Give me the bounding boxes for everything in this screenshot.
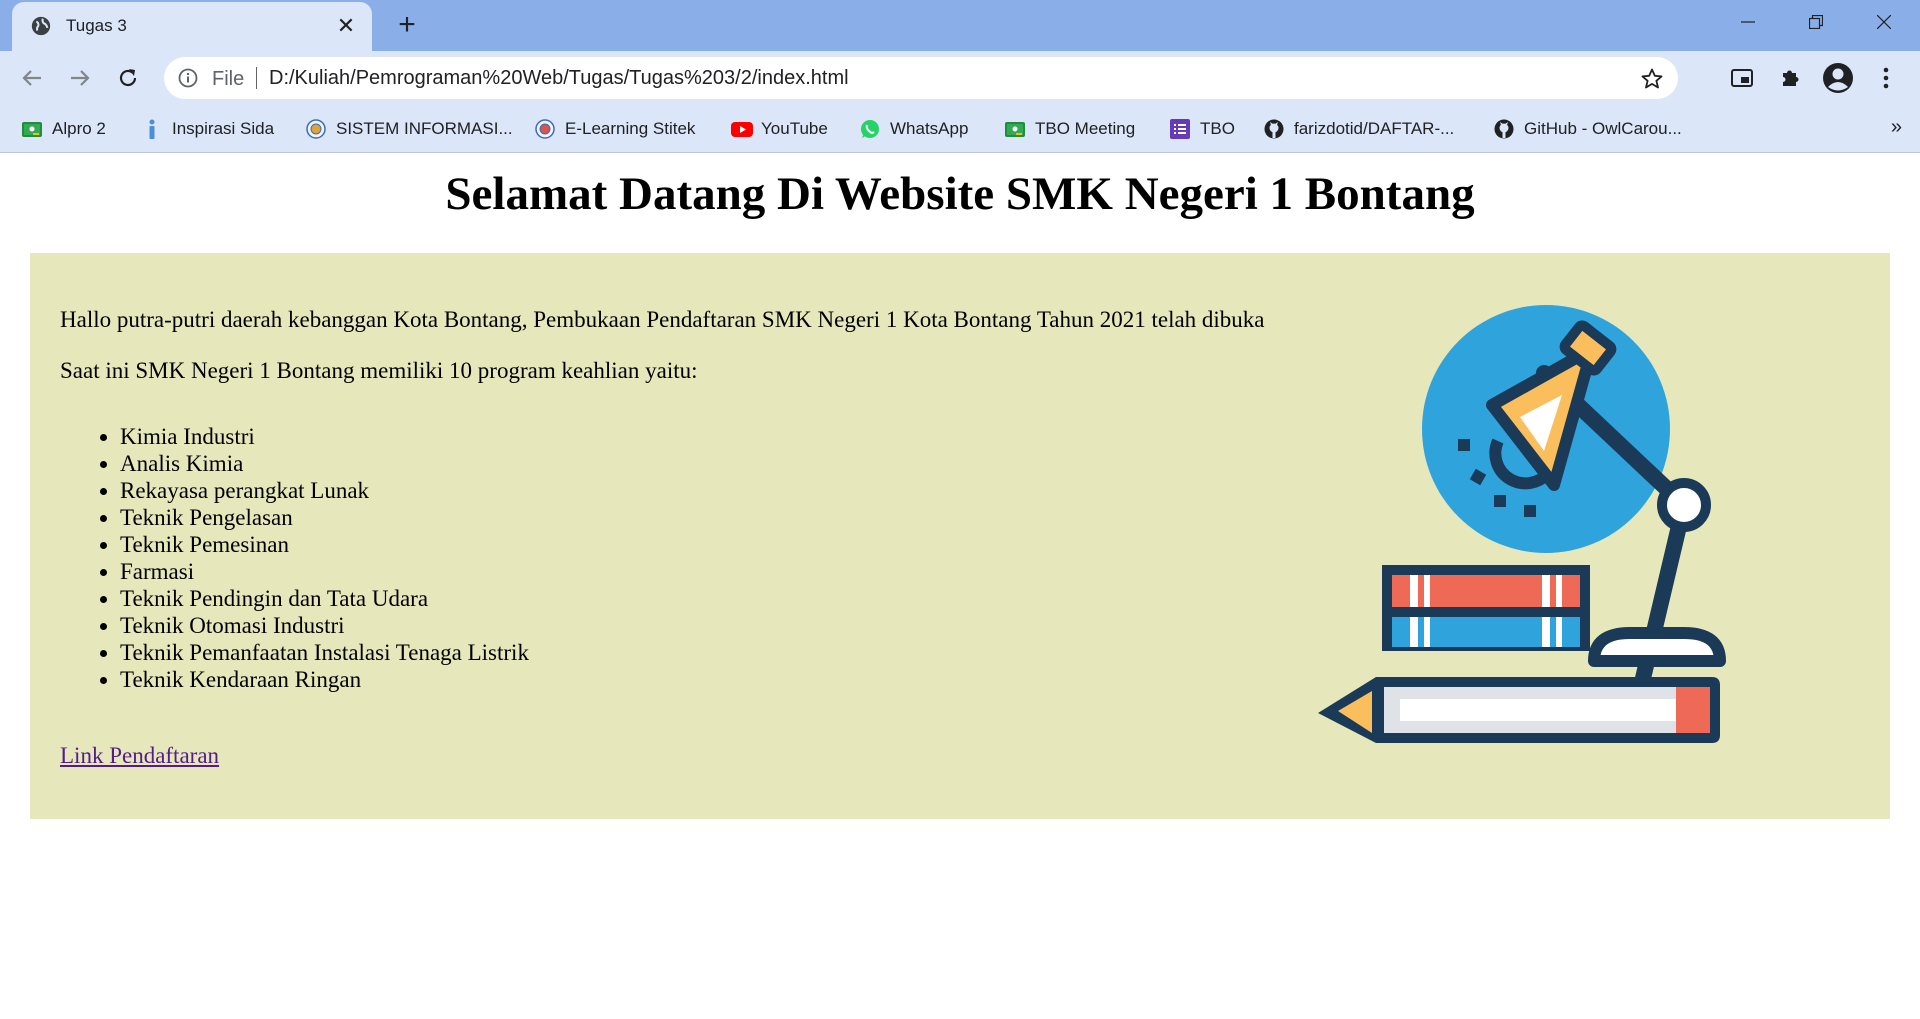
close-window-button[interactable] xyxy=(1850,0,1918,44)
list-item: Teknik Pendingin dan Tata Udara xyxy=(120,585,529,612)
active-tab[interactable]: Tugas 3 ✕ xyxy=(12,2,372,51)
bookmarks-overflow-button[interactable]: » xyxy=(1891,116,1902,139)
youtube-icon xyxy=(731,119,753,139)
bookmark-tbo-meeting[interactable]: TBO Meeting xyxy=(1005,116,1135,142)
bookmark-farizdotid-daftar[interactable]: farizdotid/DAFTAR-... xyxy=(1264,116,1454,142)
list-item: Teknik Pemanfaatan Instalasi Tenaga List… xyxy=(120,639,529,666)
list-icon xyxy=(1170,119,1190,139)
close-icon xyxy=(1877,15,1891,29)
bookmark-label: WhatsApp xyxy=(890,119,969,138)
bookmark-label: TBO Meeting xyxy=(1035,119,1136,138)
new-tab-button[interactable]: + xyxy=(392,10,422,40)
list-item: Rekayasa perangkat Lunak xyxy=(120,477,529,504)
bookmark-sistem-informasi[interactable]: SISTEM INFORMASI... xyxy=(306,116,513,142)
bookmark-label: Alpro 2 xyxy=(52,119,106,138)
list-item: Teknik Otomasi Industri xyxy=(120,612,529,639)
list-item: Teknik Pemesinan xyxy=(120,531,529,558)
list-item: Farmasi xyxy=(120,558,529,585)
reload-button[interactable] xyxy=(110,60,146,96)
google-classroom-icon xyxy=(22,119,42,139)
bookmark-tbo[interactable]: TBO xyxy=(1170,116,1235,142)
picture-in-picture-button[interactable] xyxy=(1726,62,1758,94)
bookmark-alpro-2[interactable]: Alpro 2 xyxy=(22,116,106,142)
bookmark-label: E-Learning Stitek xyxy=(565,119,696,138)
account-avatar-icon xyxy=(1823,63,1853,93)
bookmark-label: TBO xyxy=(1200,119,1235,138)
bookmark-label: Inspirasi Sida xyxy=(172,119,275,138)
campus-logo-icon xyxy=(306,119,326,139)
list-item: Kimia Industri xyxy=(120,423,529,450)
campus-logo-icon xyxy=(535,119,555,139)
info-person-icon xyxy=(142,119,162,139)
list-item: Teknik Pengelasan xyxy=(120,504,529,531)
back-button[interactable] xyxy=(14,60,50,96)
github-icon xyxy=(1494,119,1514,139)
list-item: Analis Kimia xyxy=(120,450,529,477)
address-bar[interactable]: File D:/Kuliah/Pemrograman%20Web/Tugas/T… xyxy=(164,57,1678,99)
browser-menu-button[interactable] xyxy=(1870,62,1902,94)
bookmark-label: GitHub - OwlCarou... xyxy=(1524,119,1682,138)
bookmark-label: SISTEM INFORMASI... xyxy=(336,119,513,138)
registration-link[interactable]: Link Pendaftaran xyxy=(60,743,219,769)
google-classroom-icon xyxy=(1005,119,1025,139)
globe-icon xyxy=(31,16,51,36)
desk-lamp-books-pencil-icon xyxy=(1318,305,1726,743)
bookmark-label: farizdotid/DAFTAR-... xyxy=(1294,119,1455,138)
bookmark-star-icon[interactable] xyxy=(1640,67,1664,91)
puzzle-piece-icon xyxy=(1783,70,1799,86)
github-icon xyxy=(1264,119,1284,139)
bookmark-whatsapp[interactable]: WhatsApp xyxy=(860,116,968,142)
list-item: Teknik Kendaraan Ringan xyxy=(120,666,529,693)
bookmark-e-learning-stitek[interactable]: E-Learning Stitek xyxy=(535,116,695,142)
whatsapp-icon xyxy=(860,119,880,139)
restore-button[interactable] xyxy=(1782,0,1850,44)
reload-icon xyxy=(119,69,137,87)
browser-toolbar: File D:/Kuliah/Pemrograman%20Web/Tugas/T… xyxy=(0,51,1920,104)
content-panel: Hallo putra-putri daerah kebanggan Kota … xyxy=(30,253,1890,819)
extensions-button[interactable] xyxy=(1774,62,1806,94)
page-content: Selamat Datang Di Website SMK Negeri 1 B… xyxy=(0,153,1920,1019)
tab-close-icon[interactable]: ✕ xyxy=(332,12,360,40)
program-list: Kimia Industri Analis Kimia Rekayasa per… xyxy=(60,423,529,693)
kebab-menu-icon xyxy=(1883,67,1889,89)
picture-in-picture-icon xyxy=(1731,69,1753,87)
intro-paragraph: Hallo putra-putri daerah kebanggan Kota … xyxy=(60,307,1265,332)
restore-icon xyxy=(1809,15,1823,29)
bookmark-inspirasi-sida[interactable]: Inspirasi Sida xyxy=(142,116,274,142)
minimize-button[interactable] xyxy=(1714,0,1782,44)
bookmark-github-owlcarousel[interactable]: GitHub - OwlCarou... xyxy=(1494,116,1682,142)
minimize-icon xyxy=(1741,21,1755,23)
arrow-left-icon xyxy=(22,70,41,86)
tab-title: Tugas 3 xyxy=(66,16,127,35)
page-title: Selamat Datang Di Website SMK Negeri 1 B… xyxy=(445,168,1475,220)
bookmark-label: YouTube xyxy=(761,119,828,138)
tab-strip: Tugas 3 ✕ + xyxy=(0,0,1920,51)
bookmark-youtube[interactable]: YouTube xyxy=(731,116,828,142)
info-icon[interactable] xyxy=(178,68,198,88)
profile-button[interactable] xyxy=(1822,62,1854,94)
address-url[interactable]: D:/Kuliah/Pemrograman%20Web/Tugas/Tugas%… xyxy=(269,67,849,90)
arrow-right-icon xyxy=(71,70,90,86)
address-divider xyxy=(256,67,257,89)
programs-intro: Saat ini SMK Negeri 1 Bontang memiliki 1… xyxy=(60,358,698,383)
forward-button[interactable] xyxy=(62,60,98,96)
bookmarks-bar: Alpro 2 Inspirasi Sida SISTEM INFORMASI.… xyxy=(0,104,1920,153)
address-scheme: File xyxy=(212,68,245,90)
